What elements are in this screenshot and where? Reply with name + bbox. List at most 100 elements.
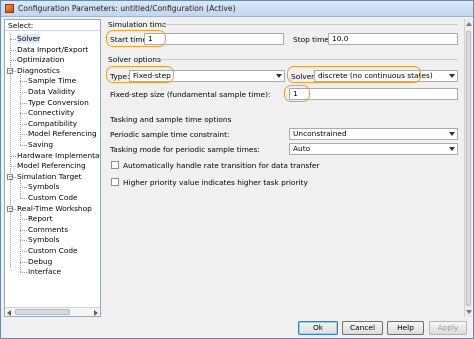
help-button[interactable]: Help bbox=[387, 321, 424, 335]
tree-item[interactable]: Connectivity bbox=[28, 108, 74, 118]
tree-item-label: Custom Code bbox=[28, 193, 78, 202]
tree-item[interactable]: Custom Code bbox=[28, 246, 78, 256]
tree-item-label: Simulation Target bbox=[17, 171, 82, 181]
tree-item-label: Data Validity bbox=[28, 87, 76, 96]
tree-item-label: Sample Time bbox=[28, 76, 77, 86]
chevron-down-icon[interactable] bbox=[447, 145, 456, 153]
tree-horizontal-scrollbar[interactable] bbox=[5, 307, 100, 316]
tree-item[interactable]: Type Conversion bbox=[28, 98, 89, 108]
tree-item[interactable]: Diagnostics bbox=[17, 66, 60, 76]
tree-item[interactable]: Custom Code bbox=[28, 193, 78, 203]
tree-item[interactable]: Solver bbox=[17, 34, 41, 44]
tree-item[interactable]: Data Validity bbox=[28, 87, 75, 97]
tree-item[interactable]: Compatibility bbox=[28, 119, 77, 129]
title-bar[interactable]: Configuration Parameters: untitled/Confi… bbox=[1, 1, 473, 17]
window-title: Configuration Parameters: untitled/Confi… bbox=[18, 4, 236, 13]
section-simulation-time: Simulation time bbox=[108, 20, 167, 29]
tree-item-label: Model Referencing bbox=[28, 129, 97, 139]
simulink-config-icon bbox=[5, 4, 14, 13]
tree-item[interactable]: Hardware Implementatio... bbox=[17, 150, 100, 161]
chevron-down-icon[interactable] bbox=[274, 72, 283, 80]
ok-button[interactable]: Ok bbox=[298, 321, 338, 335]
tree-item-label: Compatibility bbox=[28, 118, 78, 128]
tree-connector bbox=[20, 145, 27, 146]
stop-time-label: Stop time: bbox=[293, 35, 332, 44]
section-solver-options: Solver options bbox=[108, 55, 161, 64]
periodic-constraint-select[interactable]: Unconstrained bbox=[289, 128, 458, 140]
tree-item[interactable]: Saving bbox=[28, 140, 53, 150]
fixed-step-size-input[interactable]: 1 bbox=[289, 88, 458, 100]
auto-rate-transition-label: Automatically handle rate transition for… bbox=[123, 161, 320, 170]
tree-item[interactable]: Real-Time Workshop bbox=[17, 204, 92, 214]
tree-connector bbox=[10, 34, 11, 268]
chevron-down-icon[interactable] bbox=[447, 130, 456, 138]
tree-item-label: Saving bbox=[28, 140, 54, 149]
tree-item-label: Type Conversion bbox=[28, 97, 89, 107]
tree-item[interactable]: Sample Time bbox=[28, 76, 76, 86]
tree-connector bbox=[20, 229, 27, 231]
tree-item[interactable]: Debug bbox=[28, 257, 52, 267]
tasking-mode-value: Auto bbox=[293, 144, 311, 153]
scroll-up-icon[interactable] bbox=[466, 22, 472, 26]
priority-checkbox[interactable] bbox=[111, 178, 119, 186]
tree-item[interactable]: Optimization bbox=[17, 55, 64, 65]
solver-highlight bbox=[287, 66, 421, 83]
tree-connector bbox=[20, 102, 27, 104]
tree-item-label: Data Import/Export bbox=[17, 44, 89, 54]
tree-item[interactable]: Model Referencing bbox=[28, 129, 97, 139]
tree-connector bbox=[20, 219, 27, 221]
tree-item-label: Interface bbox=[28, 267, 62, 277]
section-divider bbox=[162, 24, 458, 25]
apply-button[interactable]: Apply bbox=[429, 321, 467, 335]
tree-item-label: Report bbox=[28, 214, 53, 224]
section-divider bbox=[158, 59, 458, 60]
tasking-mode-label: Tasking mode for periodic sample times: bbox=[110, 145, 260, 154]
auto-rate-transition-checkbox[interactable] bbox=[111, 161, 119, 169]
solver-settings-panel: Simulation time Start time: 1 Stop time:… bbox=[104, 19, 462, 317]
tree-item[interactable]: Interface bbox=[28, 267, 61, 277]
tree-item-label: Comments bbox=[28, 224, 69, 234]
tree-connector bbox=[20, 92, 27, 93]
dialog-button-bar: Ok Cancel Help Apply bbox=[1, 318, 473, 338]
solver-type-highlight bbox=[106, 66, 174, 83]
tree-connector bbox=[20, 179, 21, 198]
tree-item-label: Custom Code bbox=[28, 246, 78, 255]
tree-item[interactable]: Comments bbox=[28, 225, 68, 235]
tree-item-label: Connectivity bbox=[28, 108, 75, 118]
tree-connector bbox=[20, 73, 21, 145]
fixed-step-size-label: Fixed-step size (fundamental sample time… bbox=[110, 90, 271, 99]
tree-item-label: Diagnostics bbox=[17, 65, 60, 75]
cancel-button[interactable]: Cancel bbox=[342, 321, 383, 335]
tree-connector bbox=[20, 198, 27, 199]
tree-connector bbox=[20, 123, 27, 125]
tree-item-label: Solver bbox=[17, 34, 41, 43]
scroll-thumb[interactable] bbox=[15, 309, 70, 315]
periodic-constraint-value: Unconstrained bbox=[293, 129, 347, 138]
panel-vertical-scrollbar[interactable] bbox=[464, 19, 472, 317]
tree-item[interactable]: Model Referencing bbox=[17, 161, 86, 171]
section-tasking: Tasking and sample time options bbox=[110, 115, 232, 124]
tree-connector bbox=[20, 81, 27, 83]
tree-item[interactable]: Simulation Target bbox=[17, 172, 82, 182]
start-time-highlight bbox=[106, 30, 166, 47]
scroll-right-icon[interactable] bbox=[94, 310, 98, 316]
tree-item[interactable]: Report bbox=[28, 214, 53, 224]
scroll-thumb[interactable] bbox=[466, 31, 471, 306]
tree-connector bbox=[20, 261, 27, 263]
tasking-mode-select[interactable]: Auto bbox=[289, 143, 458, 155]
tree-connector bbox=[20, 251, 27, 252]
chevron-down-icon[interactable] bbox=[447, 72, 456, 80]
tree-item-label: Hardware Implementatio... bbox=[17, 150, 100, 160]
tree-item[interactable]: Symbols bbox=[28, 235, 59, 245]
tree-item[interactable]: Data Import/Export bbox=[17, 45, 88, 55]
tree-connector bbox=[20, 211, 21, 273]
tree-item-label: Debug bbox=[28, 256, 53, 266]
tree-connector bbox=[20, 113, 27, 115]
stop-time-input[interactable]: 10.0 bbox=[328, 33, 458, 45]
tree-item-label: Real-Time Workshop bbox=[17, 203, 92, 213]
tree-item[interactable]: Symbols bbox=[28, 182, 59, 192]
scroll-left-icon[interactable] bbox=[7, 310, 11, 316]
tree-item-label: Symbols bbox=[28, 182, 60, 192]
scroll-down-icon[interactable] bbox=[466, 310, 472, 314]
tree-connector bbox=[20, 187, 27, 189]
